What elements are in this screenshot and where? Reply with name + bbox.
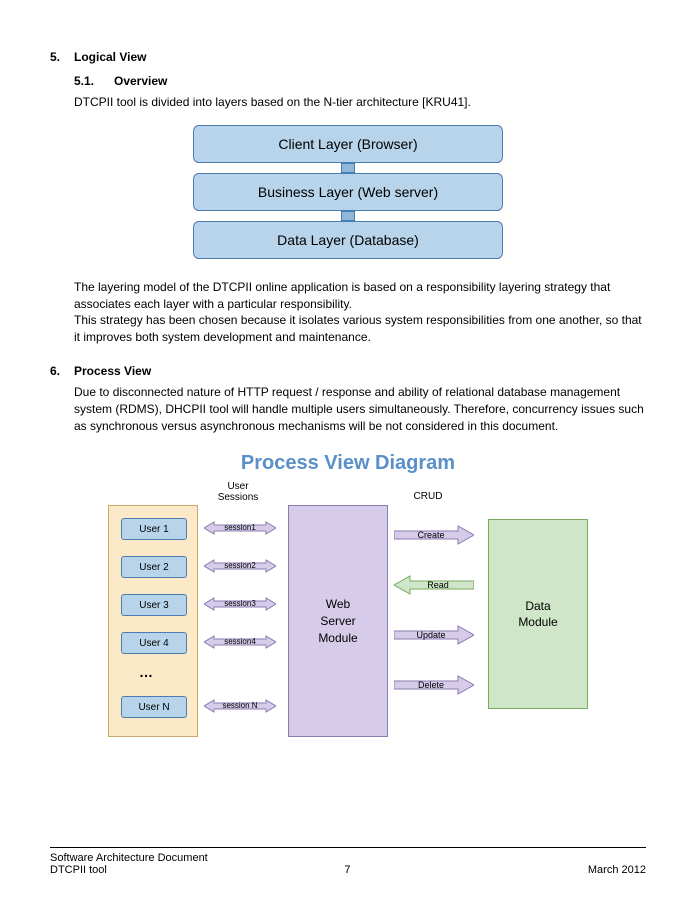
crud-label: Update bbox=[391, 630, 471, 640]
para-6: Due to disconnected nature of HTTP reque… bbox=[74, 384, 646, 434]
para-5a: The layering model of the DTCPII online … bbox=[74, 279, 646, 313]
session-label: session4 bbox=[204, 637, 276, 646]
intro-5: DTCPII tool is divided into layers based… bbox=[74, 94, 646, 111]
footer-doc: Software Architecture Document bbox=[50, 852, 208, 864]
para-5b: This strategy has been chosen because it… bbox=[74, 312, 646, 346]
user-container: User 1 User 2 User 3 User 4 … User N bbox=[108, 505, 198, 737]
process-view-diagram: User Sessions CRUD User 1 User 2 User 3 … bbox=[108, 483, 588, 743]
session-label: session2 bbox=[204, 561, 276, 570]
web-server-label: Web Server Module bbox=[318, 596, 357, 646]
layer-diagram: Client Layer (Browser) Business Layer (W… bbox=[193, 125, 503, 259]
session-label: session N bbox=[204, 701, 276, 710]
sec5-title: Logical View bbox=[74, 50, 146, 64]
crud-label: Delete bbox=[391, 680, 471, 690]
label-user-sessions: User Sessions bbox=[208, 481, 268, 503]
user-box: User 4 bbox=[121, 632, 187, 654]
data-layer-box: Data Layer (Database) bbox=[193, 221, 503, 259]
session-label: session1 bbox=[204, 523, 276, 532]
section-5-heading: 5.Logical View bbox=[50, 50, 646, 64]
footer-date: March 2012 bbox=[588, 864, 646, 876]
connector-icon bbox=[341, 211, 355, 221]
data-module-label: Data Module bbox=[518, 598, 557, 632]
client-layer-box: Client Layer (Browser) bbox=[193, 125, 503, 163]
sec6-title: Process View bbox=[74, 364, 151, 378]
user-box: User N bbox=[121, 696, 187, 718]
business-layer-box: Business Layer (Web server) bbox=[193, 173, 503, 211]
crud-label: Read bbox=[398, 580, 478, 590]
user-box: User 2 bbox=[121, 556, 187, 578]
data-module: Data Module bbox=[488, 519, 588, 709]
crud-label: Create bbox=[391, 530, 471, 540]
page-footer: Software Architecture Document DTCPII to… bbox=[50, 847, 646, 876]
footer-tool: DTCPII tool bbox=[50, 864, 107, 876]
session-label: session3 bbox=[204, 599, 276, 608]
subsection-5-1: 5.1.Overview bbox=[74, 74, 646, 88]
user-box: User 3 bbox=[121, 594, 187, 616]
connector-icon bbox=[341, 163, 355, 173]
section-6-heading: 6.Process View bbox=[50, 364, 646, 378]
user-box: User 1 bbox=[121, 518, 187, 540]
sec5-num: 5. bbox=[50, 50, 74, 64]
process-view-title: Process View Diagram bbox=[50, 452, 646, 475]
web-server-module: Web Server Module bbox=[288, 505, 388, 737]
dots: … bbox=[139, 664, 153, 680]
footer-page: 7 bbox=[344, 864, 350, 876]
sec6-num: 6. bbox=[50, 364, 74, 378]
sub51-num: 5.1. bbox=[74, 74, 114, 88]
label-crud: CRUD bbox=[398, 491, 458, 502]
sub51-title: Overview bbox=[114, 74, 167, 88]
